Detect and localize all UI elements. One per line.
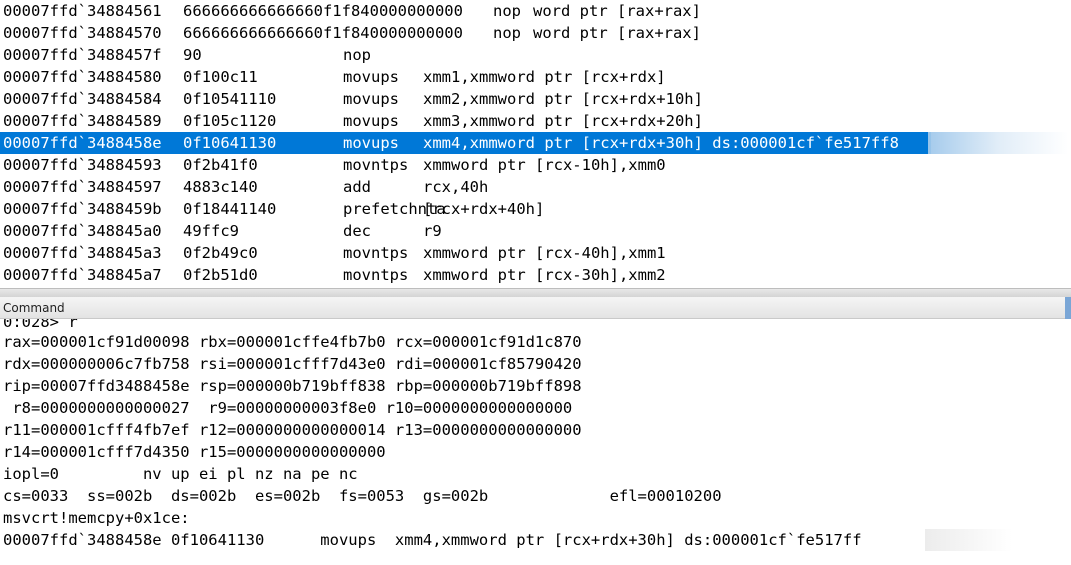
disasm-mnemonic: movntps: [343, 156, 409, 174]
disasm-line[interactable]: 00007ffd`34884570 666666666666660f1f84000…: [0, 22, 1071, 44]
disasm-mnemonic: movups: [343, 68, 399, 86]
disasm-bytes: 49ffc9: [183, 222, 239, 240]
disasm-operands: xmmword ptr [rcx-40h],xmm1: [423, 244, 666, 262]
disasm-line[interactable]: 00007ffd`34884597 4883c140 add rcx,40h: [0, 176, 1071, 198]
disasm-address: 00007ffd`34884597: [3, 178, 162, 196]
disasm-bytes: 0f105c1120: [183, 112, 277, 130]
command-window-title: Command: [3, 301, 65, 315]
disasm-line[interactable]: 00007ffd`34884580 0f100c11 movups xmm1,xmmw…: [0, 66, 1071, 88]
debugger-window: 00007ffd`34884561 666666666666660f1f84000…: [0, 0, 1071, 565]
disasm-line[interactable]: 00007ffd`34884561 666666666666660f1f84000…: [0, 0, 1071, 22]
disasm-bytes: 0f10641130: [183, 134, 277, 152]
disasm-line[interactable]: 00007ffd`34884584 0f10541110 movups xmm2,xm…: [0, 88, 1071, 110]
disasm-address: 00007ffd`34884561: [3, 2, 162, 20]
disasm-operands: [rcx+rdx+40h]: [423, 200, 545, 218]
disasm-operands: word ptr [rax+rax]: [533, 2, 701, 20]
disasm-bytes: 0f10541110: [183, 90, 277, 108]
command-output-line: iopl=0 nv up ei pl nz na pe nc: [3, 465, 358, 483]
disasm-address: 00007ffd`348845a3: [3, 244, 162, 262]
disasm-bytes: 90: [183, 46, 202, 64]
disasm-mnemonic: nop: [493, 2, 521, 20]
disasm-address: 00007ffd`34884584: [3, 90, 162, 108]
disasm-operands: xmmword ptr [rcx-10h],xmm0: [423, 156, 666, 174]
disasm-mnemonic: movntps: [343, 244, 409, 262]
command-output-line: r14=000001cfff7d4350 r15=000000000000000…: [3, 443, 386, 461]
disasm-line[interactable]: 00007ffd`348845a0 49ffc9 dec r9: [0, 220, 1071, 242]
command-output-line: rip=00007ffd3488458e rsp=000000b719bff83…: [3, 377, 582, 395]
disasm-line[interactable]: 00007ffd`34884589 0f105c1120 movups xmm3,xm…: [0, 110, 1071, 132]
pane-splitter[interactable]: [0, 288, 1071, 297]
disasm-address: 00007ffd`34884570: [3, 24, 162, 42]
disasm-operands: word ptr [rax+rax]: [533, 24, 701, 42]
disasm-address: 00007ffd`34884593: [3, 156, 162, 174]
disasm-address: 00007ffd`3488458e: [3, 134, 162, 152]
titlebar-edge-accent: [1065, 297, 1071, 319]
disasm-bytes: 0f2b51d0: [183, 266, 258, 284]
disasm-address: 00007ffd`3488459b: [3, 200, 162, 218]
disasm-address: 00007ffd`3488457f: [3, 46, 162, 64]
command-output-line: r11=000001cfff4fb7ef r12=000000000000001…: [3, 421, 582, 439]
disasm-operands: xmmword ptr [rcx-30h],xmm2: [423, 266, 666, 284]
disasm-operands: r9: [423, 222, 442, 240]
disasm-line-current[interactable]: 00007ffd`3488458e 0f10641130 movups xmm4,xm…: [0, 132, 1068, 154]
disasm-line[interactable]: 00007ffd`34884593 0f2b41f0 movntps xmmword …: [0, 154, 1071, 176]
command-output-line: 00007ffd`3488458e 0f10641130 movups xmm4…: [0, 529, 1071, 551]
disasm-address: 00007ffd`34884589: [3, 112, 162, 130]
disasm-mnemonic: nop: [343, 46, 371, 64]
disasm-mnemonic: movntps: [343, 266, 409, 284]
disasm-mnemonic: add: [343, 178, 371, 196]
command-output-line: rax=000001cf91d00098 rbx=000001cffe4fb7b…: [3, 333, 582, 351]
disasm-address: 00007ffd`34884580: [3, 68, 162, 86]
command-output-line: msvcrt!memcpy+0x1ce:: [3, 509, 190, 527]
disasm-bytes: 0f100c11: [183, 68, 258, 86]
disasm-mnemonic: movups: [343, 134, 399, 152]
disasm-bytes: 666666666666660f1f840000000000: [183, 24, 463, 42]
command-prompt-line: 0:028> r: [3, 319, 78, 331]
command-output-line: rdx=000000006c7fb758 rsi=000001cfff7d43e…: [3, 355, 582, 373]
disasm-operands: xmm3,xmmword ptr [rcx+rdx+20h]: [423, 112, 703, 130]
disasm-mnemonic: dec: [343, 222, 371, 240]
disasm-line[interactable]: 00007ffd`348845a7 0f2b51d0 movntps xmmword …: [0, 264, 1071, 286]
disasm-bytes: 4883c140: [183, 178, 258, 196]
command-window-titlebar[interactable]: Command: [0, 297, 1071, 319]
disasm-operands: xmm2,xmmword ptr [rcx+rdx+10h]: [423, 90, 703, 108]
disasm-address: 00007ffd`348845a7: [3, 266, 162, 284]
disasm-mnemonic: movups: [343, 112, 399, 130]
disasm-operands: xmm1,xmmword ptr [rcx+rdx]: [423, 68, 666, 86]
disasm-bytes: 0f18441140: [183, 200, 277, 218]
disasm-mnemonic: movups: [343, 90, 399, 108]
disasm-operands: xmm4,xmmword ptr [rcx+rdx+30h] ds:000001…: [423, 134, 899, 152]
disassembly-pane[interactable]: 00007ffd`34884561 666666666666660f1f84000…: [0, 0, 1071, 288]
command-output-line: cs=0033 ss=002b ds=002b es=002b fs=0053 …: [3, 487, 722, 505]
command-output[interactable]: 0:028> r rax=000001cf91d00098 rbx=000001c…: [0, 319, 1071, 565]
disasm-bytes: 666666666666660f1f840000000000: [183, 2, 463, 20]
disasm-bytes: 0f2b41f0: [183, 156, 258, 174]
command-output-line: r8=0000000000000027 r9=00000000003f8e0 r…: [3, 399, 573, 417]
disasm-line[interactable]: 00007ffd`3488457f 90 nop: [0, 44, 1071, 66]
disasm-operands: rcx,40h: [423, 178, 489, 196]
disasm-line[interactable]: 00007ffd`3488459b 0f18441140 prefetchnta [r…: [0, 198, 1071, 220]
disasm-mnemonic: nop: [493, 24, 521, 42]
disasm-line[interactable]: 00007ffd`348845a3 0f2b49c0 movntps xmmword …: [0, 242, 1071, 264]
disasm-address: 00007ffd`348845a0: [3, 222, 162, 240]
disasm-bytes: 0f2b49c0: [183, 244, 258, 262]
